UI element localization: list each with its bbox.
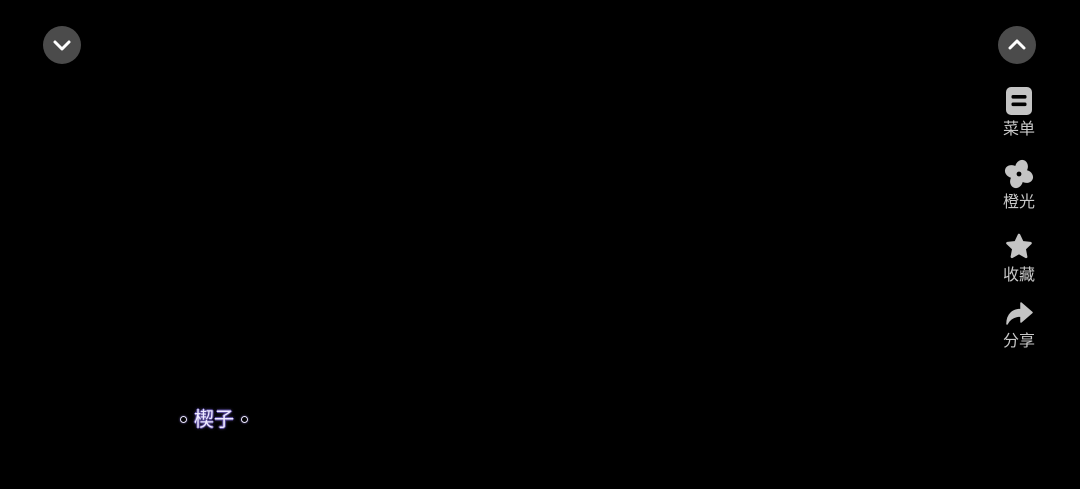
chevron-up-icon <box>1008 39 1026 50</box>
side-menu-item-label: 分享 <box>1002 331 1035 350</box>
orange-light-pinwheel-icon <box>1004 159 1034 189</box>
menu-document-icon <box>1004 86 1034 116</box>
side-menu-item-share[interactable]: 分享 <box>989 298 1049 350</box>
side-menu-item-menu[interactable]: 菜单 <box>989 86 1049 138</box>
expand-down-button[interactable] <box>43 26 81 64</box>
star-icon <box>1004 232 1034 262</box>
chapter-title: 楔子 <box>194 407 234 431</box>
chevron-down-icon <box>53 40 71 51</box>
chapter-title-block: 楔子 <box>180 406 248 432</box>
collapse-up-button[interactable] <box>998 26 1036 64</box>
side-menu-item-label: 收藏 <box>1002 265 1035 284</box>
side-menu-item-orange-light[interactable]: 橙光 <box>989 159 1049 211</box>
ring-ornament-icon <box>241 415 248 423</box>
side-menu-item-label: 菜单 <box>1002 119 1035 138</box>
share-arrow-icon <box>1004 298 1034 328</box>
side-menu-item-label: 橙光 <box>1002 192 1035 211</box>
side-menu-item-favorite[interactable]: 收藏 <box>989 232 1049 284</box>
ring-ornament-icon <box>180 415 187 423</box>
